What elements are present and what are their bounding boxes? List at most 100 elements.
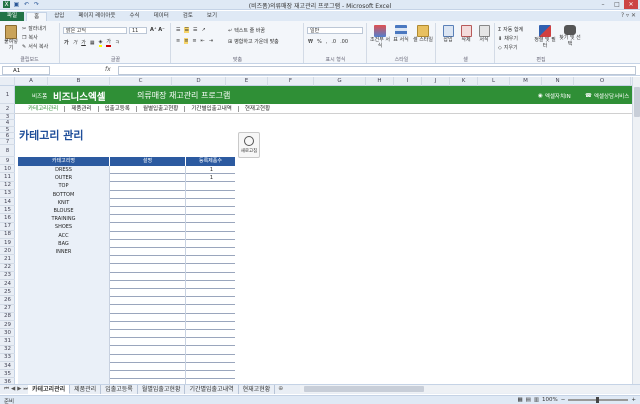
format-cells-button[interactable]: 서식 xyxy=(475,25,493,43)
category-name-cell[interactable] xyxy=(18,346,110,355)
category-name-cell[interactable] xyxy=(18,313,110,322)
row-header[interactable]: 8 xyxy=(0,145,15,157)
column-header[interactable]: C xyxy=(110,77,172,86)
description-cell[interactable] xyxy=(110,346,186,355)
zoom-slider-knob[interactable] xyxy=(596,397,600,403)
column-header[interactable]: J xyxy=(422,77,450,86)
formula-input[interactable] xyxy=(118,66,636,75)
description-cell[interactable] xyxy=(110,207,186,216)
row-header[interactable]: 21 xyxy=(0,255,15,264)
tab-view[interactable]: 보기 xyxy=(200,12,224,21)
maximize-icon[interactable]: □ xyxy=(610,0,624,9)
zoom-slider[interactable] xyxy=(568,397,629,403)
sheet-tab[interactable]: 입출고등록 xyxy=(101,385,138,394)
category-name-cell[interactable] xyxy=(18,305,110,314)
first-sheet-icon[interactable]: ⏮ xyxy=(4,386,9,393)
description-cell[interactable] xyxy=(110,305,186,314)
font-color-icon[interactable]: 가 xyxy=(106,38,112,47)
row-header[interactable]: 27 xyxy=(0,305,15,313)
select-all-corner[interactable] xyxy=(0,77,15,86)
category-name-cell[interactable] xyxy=(18,280,110,289)
category-name-cell[interactable] xyxy=(18,289,110,298)
description-cell[interactable] xyxy=(110,223,186,232)
product-count-cell[interactable] xyxy=(186,182,235,190)
product-count-cell[interactable] xyxy=(186,264,235,272)
menu-item[interactable]: 입출고등록 xyxy=(99,105,137,112)
menu-item[interactable]: 현재고현황 xyxy=(239,106,276,112)
category-name-cell[interactable] xyxy=(18,362,110,371)
column-header[interactable]: G xyxy=(314,77,366,86)
italic-icon[interactable]: 가 xyxy=(73,39,78,46)
row-header[interactable]: 15 xyxy=(0,206,15,215)
category-name-cell[interactable]: TRAINING xyxy=(18,215,110,224)
tab-review[interactable]: 검토 xyxy=(176,12,200,21)
align-middle-icon[interactable]: ☰ xyxy=(184,27,189,33)
product-count-cell[interactable] xyxy=(186,355,235,363)
description-cell[interactable] xyxy=(110,231,186,240)
column-header[interactable]: K xyxy=(450,77,478,86)
product-count-cell[interactable]: 1 xyxy=(186,166,235,174)
description-cell[interactable] xyxy=(110,321,186,330)
description-cell[interactable] xyxy=(110,297,186,306)
description-cell[interactable] xyxy=(110,166,186,175)
row-header[interactable]: 25 xyxy=(0,288,15,297)
row-header[interactable]: 12 xyxy=(0,182,15,190)
horizontal-scrollbar[interactable] xyxy=(300,385,630,393)
description-cell[interactable] xyxy=(110,280,186,289)
phonetic-icon[interactable]: ㅋ xyxy=(115,39,120,46)
prev-sheet-icon[interactable]: ◀ xyxy=(11,386,15,393)
description-cell[interactable] xyxy=(110,313,186,322)
font-name-select[interactable]: 맑은 고딕 xyxy=(63,27,127,34)
sheet-tab[interactable]: 현재고현황 xyxy=(239,385,276,394)
clear-button[interactable]: ◇ 지우기 xyxy=(498,44,518,52)
product-count-cell[interactable] xyxy=(186,248,235,256)
wrap-text-button[interactable]: ↵ 텍스트 줄 바꿈 xyxy=(228,27,265,35)
refresh-button[interactable]: 새로고침 xyxy=(238,132,260,158)
row-header[interactable]: 31 xyxy=(0,337,15,346)
category-name-cell[interactable]: BLOUSE xyxy=(18,207,110,216)
row-header[interactable]: 17 xyxy=(0,223,15,231)
number-format-select[interactable]: 일반 xyxy=(307,27,363,34)
row-header[interactable]: 13 xyxy=(0,190,15,198)
description-cell[interactable] xyxy=(110,248,186,257)
tab-insert[interactable]: 삽입 xyxy=(47,12,71,21)
menu-item[interactable]: 기간별입출고내역 xyxy=(185,105,239,112)
column-header[interactable]: N xyxy=(542,77,574,86)
column-header[interactable]: F xyxy=(268,77,314,86)
indent-icon[interactable]: ⇤ xyxy=(201,38,205,44)
category-name-cell[interactable]: SHOES xyxy=(18,223,110,232)
column-header[interactable]: O xyxy=(574,77,631,86)
sheet-tab[interactable]: 기간별입출고내역 xyxy=(185,385,239,394)
row-header[interactable]: 28 xyxy=(0,313,15,321)
category-name-cell[interactable] xyxy=(18,256,110,265)
zoom-in-icon[interactable]: + xyxy=(631,397,636,403)
category-name-cell[interactable]: KNIT xyxy=(18,198,110,207)
row-header[interactable]: 9 xyxy=(0,157,15,166)
delete-cells-button[interactable]: 삭제 xyxy=(457,25,475,43)
excel-consult-link[interactable]: ☎ 엑셀상담서비스 xyxy=(585,92,629,100)
description-cell[interactable] xyxy=(110,198,186,207)
column-header[interactable]: B xyxy=(48,77,110,86)
find-select-button[interactable]: 찾기 및 선택 xyxy=(558,25,582,47)
description-cell[interactable] xyxy=(110,362,186,371)
orientation-icon[interactable]: ↗ xyxy=(201,27,205,33)
product-count-cell[interactable] xyxy=(186,363,235,371)
decrease-decimal-icon[interactable]: .00 xyxy=(340,39,348,45)
outdent-icon[interactable]: ⇥ xyxy=(209,38,213,44)
category-name-cell[interactable] xyxy=(18,330,110,339)
menu-item[interactable]: 제품관리 xyxy=(65,105,99,112)
product-count-cell[interactable] xyxy=(186,256,235,264)
cut-button[interactable]: ✂ 잘라내기 xyxy=(22,25,47,33)
product-count-cell[interactable] xyxy=(186,240,235,248)
copy-button[interactable]: ❐ 복사 xyxy=(22,34,38,42)
category-name-cell[interactable]: ACC xyxy=(18,231,110,240)
product-count-cell[interactable] xyxy=(186,199,235,207)
product-count-cell[interactable] xyxy=(186,223,235,231)
autosum-button[interactable]: Σ 자동 합계 xyxy=(498,26,523,34)
product-count-cell[interactable] xyxy=(186,330,235,338)
excel-tips-link[interactable]: ◉ 엑셀자치IN xyxy=(538,92,571,100)
comma-icon[interactable]: , xyxy=(326,39,328,45)
description-cell[interactable] xyxy=(110,215,186,224)
help-icon[interactable]: ? ▿ ✕ xyxy=(621,12,636,19)
vertical-scrollbar[interactable] xyxy=(632,77,640,384)
